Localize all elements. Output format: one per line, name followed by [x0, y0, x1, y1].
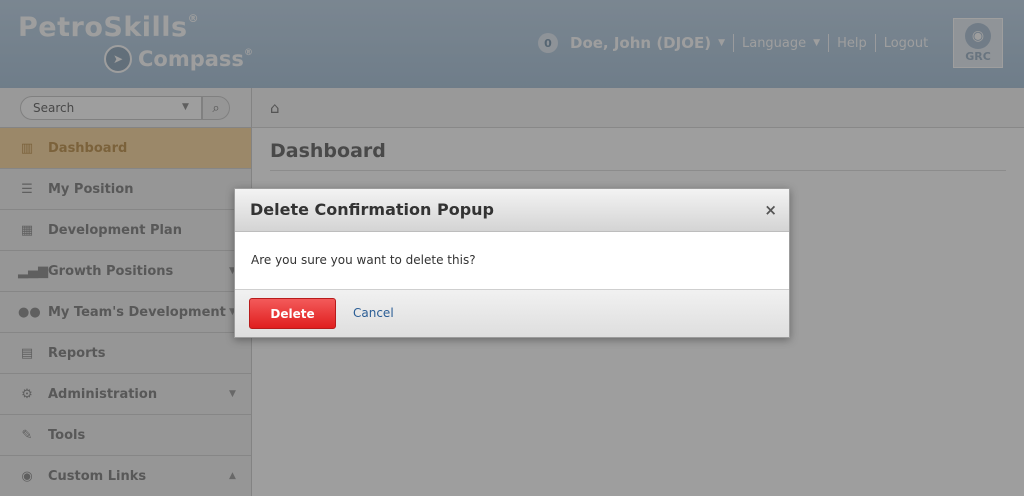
dialog-message: Are you sure you want to delete this? [251, 253, 476, 267]
delete-confirmation-dialog: Delete Confirmation Popup × Are you sure… [234, 188, 790, 338]
dialog-header: Delete Confirmation Popup × [235, 189, 789, 232]
dialog-body: Are you sure you want to delete this? [235, 232, 789, 290]
cancel-link[interactable]: Cancel [353, 306, 394, 320]
close-icon[interactable]: × [764, 201, 777, 219]
delete-button[interactable]: Delete [249, 298, 336, 329]
dialog-title: Delete Confirmation Popup [250, 200, 494, 219]
dialog-footer: Delete Cancel [235, 290, 789, 337]
